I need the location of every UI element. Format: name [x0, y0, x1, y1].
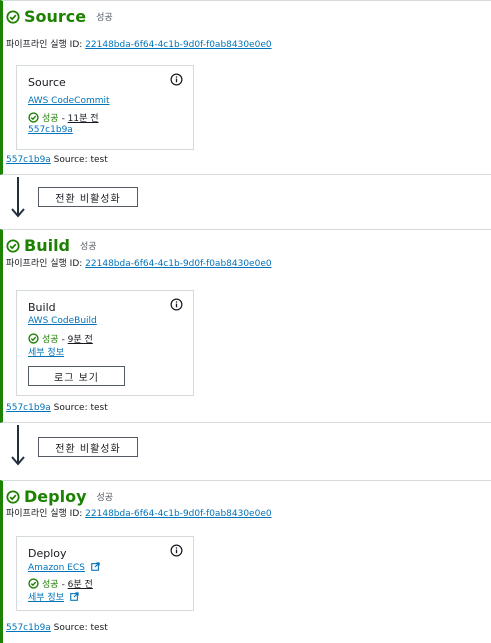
- transition-build-deploy: 전환 비활성화: [0, 423, 491, 483]
- check-circle-icon: [28, 112, 39, 123]
- status-text: 성공: [42, 580, 59, 590]
- commit-link[interactable]: 557c1b9a: [28, 125, 73, 135]
- revision-link[interactable]: 557c1b9a: [6, 403, 51, 413]
- time-link[interactable]: 9분 전: [68, 335, 93, 345]
- check-circle-icon: [28, 578, 39, 589]
- details-link[interactable]: 세부 정보: [28, 345, 64, 358]
- check-circle-icon: [28, 333, 39, 344]
- stage-status: 성공: [96, 493, 114, 503]
- action-status: 성공 - 11분 전: [28, 111, 99, 124]
- execution-id-link[interactable]: 22148bda-6f64-4c1b-9d0f-f0ab8430e0e0: [85, 509, 271, 519]
- revision-link[interactable]: 557c1b9a: [6, 623, 51, 633]
- execution-id-line: 파이프라인 실행 ID: 22148bda-6f64-4c1b-9d0f-f0a…: [6, 256, 272, 269]
- execution-id-line: 파이프라인 실행 ID: 22148bda-6f64-4c1b-9d0f-f0a…: [6, 37, 272, 50]
- action-status: 성공 - 9분 전: [28, 332, 93, 345]
- stage-build: Build 성공 파이프라인 실행 ID: 22148bda-6f64-4c1b…: [0, 229, 491, 423]
- time-link[interactable]: 11분 전: [68, 114, 99, 124]
- stage-source: Source 성공 파이프라인 실행 ID: 22148bda-6f64-4c1…: [0, 0, 491, 175]
- arrow-down-icon: [11, 177, 25, 218]
- execution-id-label: 파이프라인 실행 ID:: [6, 509, 86, 519]
- stage-header: Deploy 성공: [6, 487, 113, 506]
- info-icon[interactable]: [170, 544, 183, 557]
- execution-id-line: 파이프라인 실행 ID: 22148bda-6f64-4c1b-9d0f-f0a…: [6, 506, 272, 519]
- transition-source-build: 전환 비활성화: [0, 175, 491, 235]
- revision-text: Source: test: [50, 155, 108, 165]
- check-circle-icon: [6, 238, 20, 253]
- execution-id-label: 파이프라인 실행 ID:: [6, 259, 86, 269]
- view-logs-button[interactable]: 로그 보기: [28, 366, 125, 386]
- revision-link[interactable]: 557c1b9a: [6, 155, 51, 165]
- provider-link[interactable]: AWS CodeBuild: [28, 316, 97, 326]
- disable-transition-button[interactable]: 전환 비활성화: [38, 187, 138, 207]
- provider-link[interactable]: AWS CodeCommit: [28, 96, 110, 106]
- status-time: - 11분 전: [61, 114, 99, 124]
- stage-status: 성공: [96, 13, 113, 23]
- info-icon[interactable]: [170, 298, 183, 311]
- provider-line: Amazon ECS: [28, 562, 100, 573]
- action-title: Deploy: [28, 547, 67, 560]
- status-text: 성공: [42, 335, 59, 345]
- status-text: 성공: [42, 114, 59, 124]
- action-title: Build: [28, 301, 56, 314]
- status-time: - 9분 전: [61, 335, 93, 345]
- stage-header: Source 성공: [6, 7, 113, 26]
- execution-id-label: 파이프라인 실행 ID:: [6, 40, 86, 50]
- status-time: - 6분 전: [61, 580, 93, 590]
- disable-transition-button[interactable]: 전환 비활성화: [38, 437, 138, 457]
- action-card-deploy: Deploy Amazon ECS 성공 - 6분 전 세부 정보: [16, 536, 194, 611]
- provider-link[interactable]: Amazon ECS: [28, 563, 85, 573]
- revision-text: Source: test: [50, 623, 108, 633]
- revision-text: Source: test: [50, 403, 108, 413]
- stage-header: Build 성공: [6, 236, 97, 255]
- source-revision-line: 557c1b9a Source: test: [6, 155, 108, 165]
- source-revision-line: 557c1b9a Source: test: [6, 403, 108, 413]
- action-card-source: Source AWS CodeCommit 성공 - 11분 전 557c1b9…: [16, 65, 194, 150]
- stage-deploy: Deploy 성공 파이프라인 실행 ID: 22148bda-6f64-4c1…: [0, 480, 491, 643]
- action-card-build: Build AWS CodeBuild 성공 - 9분 전 세부 정보 로그 보…: [16, 290, 194, 396]
- details-link[interactable]: 세부 정보: [28, 593, 64, 603]
- arrow-down-icon: [11, 425, 25, 466]
- check-circle-icon: [6, 9, 20, 24]
- external-link-icon: [70, 592, 79, 601]
- info-icon[interactable]: [170, 73, 183, 86]
- execution-id-link[interactable]: 22148bda-6f64-4c1b-9d0f-f0ab8430e0e0: [85, 40, 271, 50]
- stage-name: Build: [24, 236, 71, 255]
- action-status: 성공 - 6분 전: [28, 577, 93, 590]
- action-title: Source: [28, 76, 66, 89]
- stage-name: Source: [24, 7, 87, 26]
- details-line: 세부 정보: [28, 590, 79, 603]
- stage-status: 성공: [80, 242, 97, 252]
- stage-name: Deploy: [24, 487, 87, 506]
- external-link-icon: [90, 562, 100, 571]
- source-revision-line: 557c1b9a Source: test: [6, 623, 108, 633]
- time-link[interactable]: 6분 전: [68, 580, 93, 590]
- check-circle-icon: [6, 489, 20, 504]
- execution-id-link[interactable]: 22148bda-6f64-4c1b-9d0f-f0ab8430e0e0: [85, 259, 271, 269]
